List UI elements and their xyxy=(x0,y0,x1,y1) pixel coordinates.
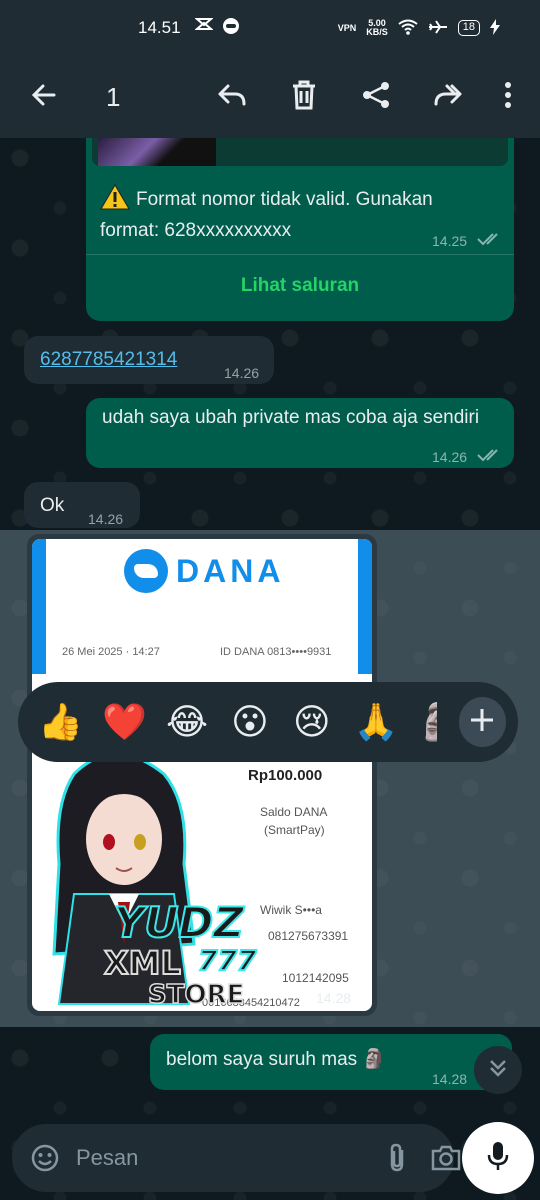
time-text: 14.26 xyxy=(432,449,468,465)
reaction-surprised[interactable]: 😮 xyxy=(230,702,270,743)
message-composer xyxy=(12,1124,461,1192)
status-time: 14.51 xyxy=(138,18,181,37)
forward-button[interactable] xyxy=(426,75,470,119)
plus-icon xyxy=(469,704,495,741)
phone-link[interactable]: 6287785421314 xyxy=(40,349,177,370)
wifi-icon xyxy=(398,19,418,38)
reply-button[interactable] xyxy=(210,75,254,119)
battery-indicator: 18 xyxy=(457,20,480,36)
outgoing-message[interactable]: belom saya suruh mas 🗿 14.28 xyxy=(150,1034,512,1090)
read-ticks-icon xyxy=(477,444,503,471)
reaction-moai-partial[interactable]: 🗿 xyxy=(418,701,437,743)
sticker-overlay: YUDZ XML 777 STORE xyxy=(14,744,274,1014)
emoji-button[interactable] xyxy=(30,1143,60,1173)
back-arrow-icon xyxy=(30,81,58,114)
channel-thumbnail xyxy=(98,138,216,166)
app-notification-icon xyxy=(221,17,241,39)
incoming-message[interactable]: Ok 14.26 xyxy=(24,482,140,528)
delete-icon xyxy=(291,80,317,115)
status-right: VPN 5.00 KB/S 18 xyxy=(337,18,500,38)
reaction-pray[interactable]: 🙏 xyxy=(354,701,399,743)
reaction-sad[interactable]: 😢 xyxy=(292,702,332,743)
net-speed-unit: KB/S xyxy=(366,27,388,37)
image-message-time: 14.28 xyxy=(316,990,352,1006)
share-icon xyxy=(361,80,391,115)
scroll-to-bottom-button[interactable] xyxy=(474,1046,522,1094)
more-reactions-button[interactable] xyxy=(458,697,506,747)
mic-icon xyxy=(486,1140,510,1177)
message-text: belom saya suruh mas 🗿 xyxy=(166,1049,387,1070)
read-ticks-icon xyxy=(477,232,503,249)
more-vert-icon xyxy=(504,81,512,114)
reaction-heart[interactable]: ❤️ xyxy=(102,701,147,743)
reply-icon xyxy=(217,82,247,113)
outgoing-message[interactable]: udah saya ubah private mas coba aja send… xyxy=(86,398,514,468)
more-options-button[interactable] xyxy=(498,75,518,119)
sticker-text: YUDZ xyxy=(113,897,245,948)
selected-count: 1 xyxy=(106,81,121,112)
mail-notification-icon xyxy=(193,17,214,39)
sticker-text: XML xyxy=(103,943,182,983)
message-time: 14.25 xyxy=(432,232,503,249)
incoming-phone-message[interactable]: 6287785421314 14.26 xyxy=(24,336,274,384)
emoji-icon xyxy=(31,1144,59,1172)
receipt-recipient-phone: 081275673391 xyxy=(268,929,349,943)
warning-message: Format nomor tidak valid. Gunakan format… xyxy=(100,189,433,241)
net-speed: 5.00 KB/S xyxy=(366,19,388,37)
share-button[interactable] xyxy=(354,75,398,119)
view-channel-button[interactable]: Lihat saluran xyxy=(86,275,514,297)
status-bar: 14.51 VPN 5.00 KB/S 18 xyxy=(0,0,540,56)
selection-app-bar: 1 xyxy=(0,56,540,138)
reaction-picker: 👍 ❤️ 😂 😮 😢 🙏 🗿 xyxy=(18,682,518,762)
back-button[interactable] xyxy=(22,75,66,119)
message-time: 14.26 xyxy=(432,444,503,471)
message-time: 14.26 xyxy=(224,365,260,381)
attach-icon xyxy=(390,1143,404,1172)
status-notification-icons xyxy=(193,17,241,39)
receipt-id: ID DANA 0813••••9931 xyxy=(220,646,332,658)
channel-card-message[interactable]: Format nomor tidak valid. Gunakan format… xyxy=(86,138,514,321)
voice-record-button[interactable] xyxy=(462,1122,534,1194)
message-input[interactable] xyxy=(76,1145,364,1171)
forward-icon xyxy=(432,82,464,113)
message-time: 14.28 xyxy=(432,1071,468,1087)
warning-icon xyxy=(100,184,130,210)
channel-preview xyxy=(92,138,508,166)
sticker-text: 777 xyxy=(197,943,257,978)
dana-brand: DANA xyxy=(176,552,285,589)
receipt-ref: 1012142095 xyxy=(282,971,349,985)
message-text: Ok xyxy=(40,495,65,516)
charging-icon xyxy=(490,18,500,38)
dana-logo: DANA xyxy=(124,549,284,593)
message-time: 14.26 xyxy=(88,511,124,527)
camera-icon xyxy=(431,1145,461,1171)
time-text: 14.25 xyxy=(432,233,468,249)
message-text: udah saya ubah private mas coba aja send… xyxy=(102,407,480,428)
delete-button[interactable] xyxy=(282,75,326,119)
double-chevron-down-icon xyxy=(487,1057,509,1084)
sticker-text: STORE xyxy=(147,979,245,1011)
card-divider xyxy=(86,254,514,255)
attach-button[interactable] xyxy=(386,1142,408,1174)
reaction-thumbs-up[interactable]: 👍 xyxy=(38,701,83,743)
vpn-label: VPN xyxy=(337,23,357,33)
airplane-icon xyxy=(428,19,448,38)
receipt-side-accent xyxy=(32,539,46,674)
camera-button[interactable] xyxy=(430,1144,462,1172)
receipt-side-accent xyxy=(358,539,372,674)
dana-logo-icon xyxy=(124,549,168,593)
reaction-laugh[interactable]: 😂 xyxy=(166,702,208,743)
receipt-date: 26 Mei 2025 · 14:27 xyxy=(62,646,160,658)
